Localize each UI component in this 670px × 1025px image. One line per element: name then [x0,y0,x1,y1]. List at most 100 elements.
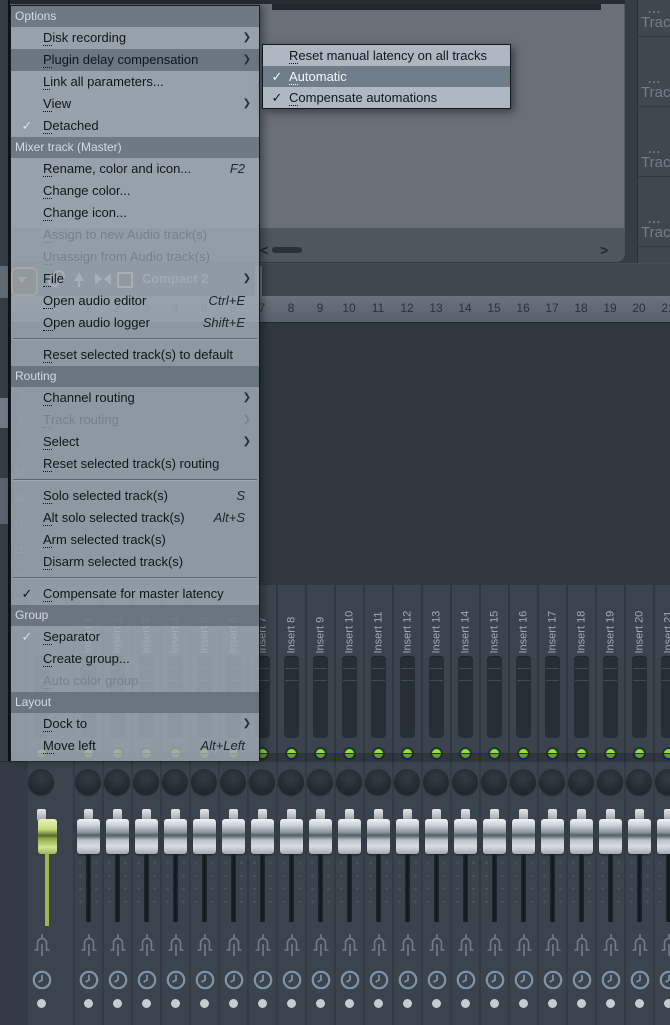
insert-label[interactable]: Insert 12 [401,592,414,654]
latency-clock-button[interactable] [107,969,129,996]
track-row-label[interactable]: Track [641,154,670,171]
plugin-slot-button[interactable] [428,930,446,965]
pan-knob[interactable] [452,769,478,795]
mixer-strip-insert-17[interactable]: Insert 17 [539,585,566,1025]
plugin-slot-button[interactable] [109,930,127,965]
latency-clock-button[interactable] [223,969,245,996]
plugin-slot-button[interactable] [602,930,620,965]
plugin-slot-button[interactable] [573,930,591,965]
volume-fader-cap[interactable] [541,819,564,854]
latency-clock-button[interactable] [455,969,477,996]
latency-clock-button[interactable] [600,969,622,996]
insert-label[interactable]: Insert 13 [430,592,443,654]
record-dot[interactable] [113,999,122,1008]
plugin-slot-button[interactable] [457,930,475,965]
volume-fader-cap[interactable] [367,819,390,854]
plugin-slot-button[interactable] [515,930,533,965]
insert-label[interactable]: Insert 9 [314,592,327,654]
record-dot[interactable] [606,999,615,1008]
menu-item-file[interactable]: File❯ [11,268,259,290]
scrollbar-thumb[interactable] [272,247,302,253]
latency-clock-button[interactable] [542,969,564,996]
insert-label[interactable]: Insert 16 [517,592,530,654]
record-dot[interactable] [142,999,151,1008]
pan-knob[interactable] [568,769,594,795]
record-dot[interactable] [635,999,644,1008]
record-dot[interactable] [403,999,412,1008]
pan-knob[interactable] [104,769,130,795]
record-dot[interactable] [37,999,46,1008]
volume-fader-cap[interactable] [38,819,57,854]
pan-knob[interactable] [191,769,217,795]
menu-item-open-audio-editor[interactable]: Open audio editorCtrl+E [11,290,259,312]
menu-item-move-right[interactable]: Move rightAlt+Right [11,757,259,761]
pan-knob[interactable] [423,769,449,795]
latency-clock-button[interactable] [281,969,303,996]
pan-knob[interactable] [75,769,101,795]
menu-item-create-group[interactable]: Create group... [11,648,259,670]
latency-clock-button[interactable] [397,969,419,996]
pan-knob[interactable] [336,769,362,795]
menu-item-arm-selected-track-s[interactable]: Arm selected track(s) [11,529,259,551]
plugin-slot-button[interactable] [80,930,98,965]
menu-item-alt-solo-selected-track-s[interactable]: Alt solo selected track(s)Alt+S [11,507,259,529]
volume-fader-cap[interactable] [251,819,274,854]
pan-knob[interactable] [394,769,420,795]
record-dot[interactable] [664,999,670,1008]
record-dot[interactable] [84,999,93,1008]
pan-knob[interactable] [510,769,536,795]
record-dot[interactable] [171,999,180,1008]
latency-clock-button[interactable] [339,969,361,996]
pan-knob[interactable] [278,769,304,795]
menu-item-disk-recording[interactable]: Disk recording❯ [11,27,259,49]
plugin-slot-button[interactable] [254,930,272,965]
plugin-slot-button[interactable] [341,930,359,965]
record-dot[interactable] [200,999,209,1008]
pan-knob[interactable] [365,769,391,795]
latency-clock-button[interactable] [78,969,100,996]
volume-fader-cap[interactable] [193,819,216,854]
latency-clock-button[interactable] [194,969,216,996]
volume-fader-cap[interactable] [570,819,593,854]
scroll-left-arrow[interactable]: < [260,240,268,260]
record-dot[interactable] [229,999,238,1008]
volume-fader-cap[interactable] [77,819,100,854]
menu-item-move-left[interactable]: Move leftAlt+Left [11,735,259,757]
plugin-slot-button[interactable] [225,930,243,965]
mixer-strip-insert-12[interactable]: Insert 12 [394,585,421,1025]
latency-clock-button[interactable] [571,969,593,996]
menu-item-reset-selected-track-s-to-default[interactable]: Reset selected track(s) to default [11,344,259,366]
menu-item-select[interactable]: Select❯ [11,431,259,453]
plugin-slot-button[interactable] [196,930,214,965]
menu-item-dock-to[interactable]: Dock to❯ [11,713,259,735]
record-dot[interactable] [519,999,528,1008]
latency-clock-button[interactable] [368,969,390,996]
menu-item-change-color[interactable]: Change color... [11,180,259,202]
pan-knob[interactable] [249,769,275,795]
latency-clock-button[interactable] [165,969,187,996]
mixer-strip-insert-19[interactable]: Insert 19 [597,585,624,1025]
submenu-item-compensate-automations[interactable]: ✓Compensate automations [263,87,510,108]
insert-label[interactable]: Insert 8 [285,592,298,654]
volume-fader-cap[interactable] [338,819,361,854]
latency-clock-button[interactable] [658,969,670,996]
latency-clock-button[interactable] [484,969,506,996]
menu-item-disarm-selected-track-s[interactable]: Disarm selected track(s) [11,551,259,573]
pan-knob[interactable] [539,769,565,795]
volume-fader-cap[interactable] [280,819,303,854]
volume-fader-cap[interactable] [454,819,477,854]
mixer-strip-insert-14[interactable]: Insert 14 [452,585,479,1025]
plugin-slot-button[interactable] [544,930,562,965]
insert-label[interactable]: Insert 15 [488,592,501,654]
record-dot[interactable] [374,999,383,1008]
insert-label[interactable]: Insert 21 [662,592,670,654]
pan-knob[interactable] [133,769,159,795]
insert-label[interactable]: Insert 11 [372,592,385,654]
record-dot[interactable] [345,999,354,1008]
scroll-right-arrow[interactable]: > [600,240,608,260]
menu-item-plugin-delay-compensation[interactable]: Plugin delay compensation❯ [11,49,259,71]
record-dot[interactable] [461,999,470,1008]
pan-knob[interactable] [626,769,652,795]
volume-fader-cap[interactable] [425,819,448,854]
plugin-slot-button[interactable] [399,930,417,965]
